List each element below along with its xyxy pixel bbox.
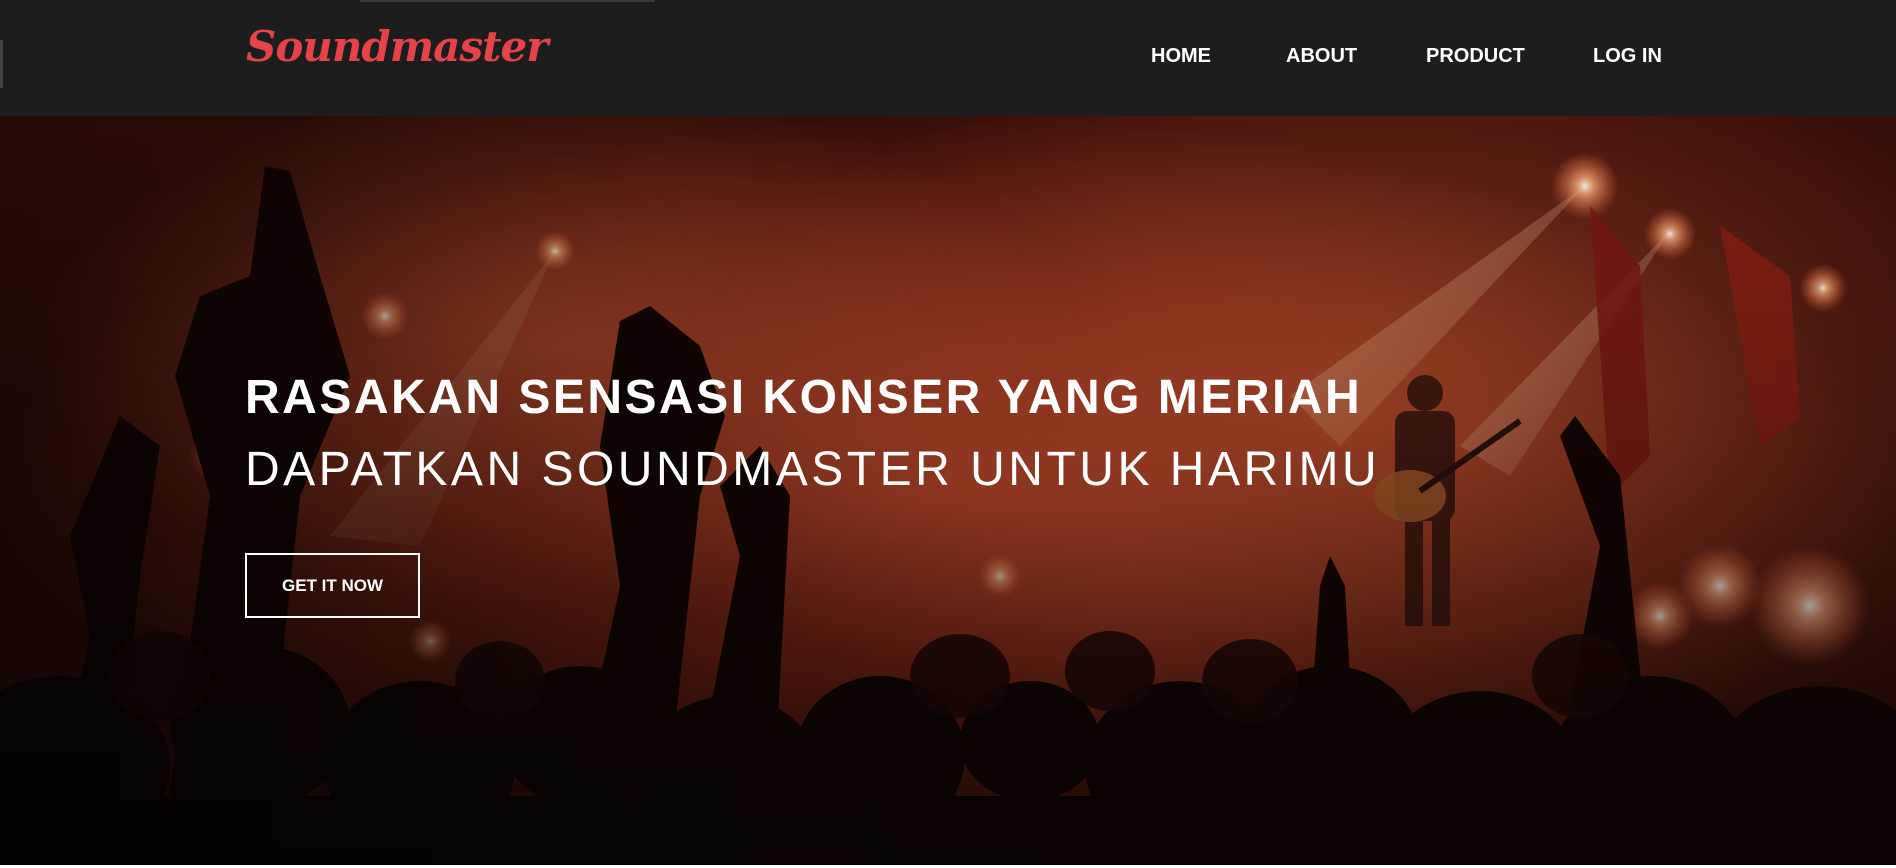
hero-headline: RASAKAN SENSASI KONSER YANG MERIAH bbox=[245, 371, 1363, 424]
nav-link-product[interactable]: PRODUCT bbox=[1426, 44, 1525, 68]
nav-link-login[interactable]: LOG IN bbox=[1593, 44, 1662, 68]
hero-subheadline: DAPATKAN SOUNDMASTER UNTUK HARIMU bbox=[245, 443, 1381, 496]
nav-link-home[interactable]: HOME bbox=[1151, 44, 1211, 68]
top-navbar: Soundmaster HOME ABOUT PRODUCT LOG IN bbox=[0, 0, 1896, 116]
nav-link-about[interactable]: ABOUT bbox=[1286, 44, 1357, 68]
navbar-edge-mark bbox=[0, 40, 3, 88]
brand-logo[interactable]: Soundmaster bbox=[246, 26, 548, 68]
get-it-now-button[interactable]: GET IT NOW bbox=[245, 553, 420, 618]
navbar-top-divider bbox=[360, 0, 655, 2]
